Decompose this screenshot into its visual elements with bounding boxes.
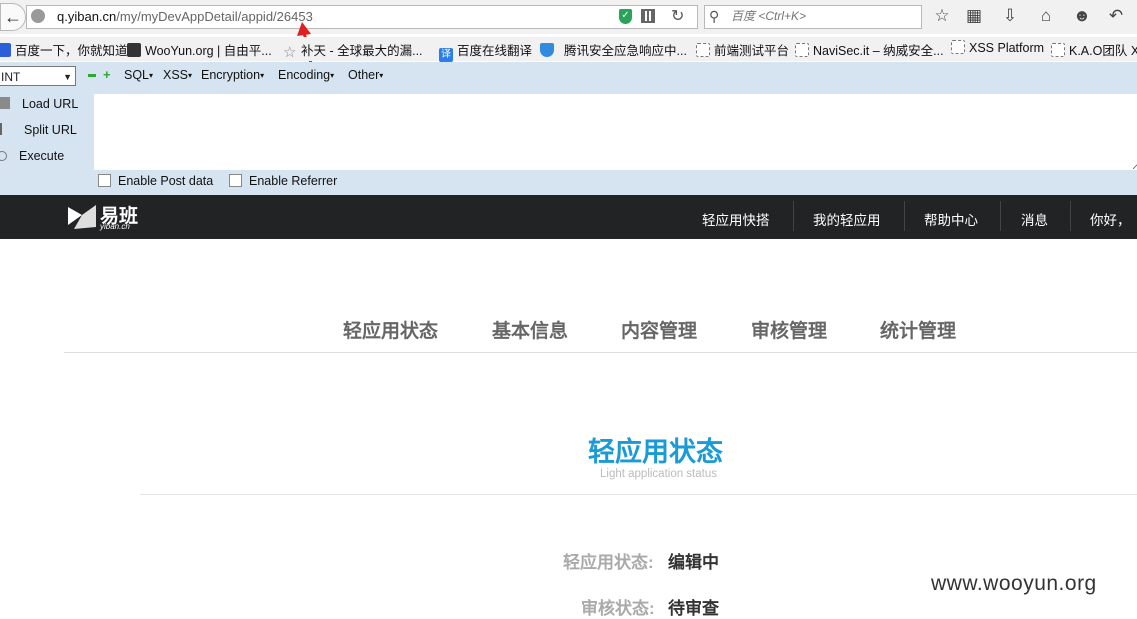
bookmark-baidu[interactable]: 百度一下，你就知道 — [0, 40, 128, 59]
reload-icon[interactable]: ↻ — [671, 6, 684, 26]
page-icon — [696, 43, 710, 57]
url-bar[interactable]: q.yiban.cn/my/myDevAppDetail/appid/26453… — [26, 5, 698, 29]
shield-icon[interactable]: ✓ — [619, 9, 632, 24]
tab-review-management[interactable]: 审核管理 — [751, 316, 827, 343]
nav-help-center[interactable]: 帮助中心 — [924, 209, 978, 229]
hackbar-type-select[interactable]: INT ▼ — [0, 66, 76, 86]
search-input[interactable] — [729, 8, 919, 24]
download-icon[interactable]: ⇩ — [998, 4, 1022, 28]
review-status-label: 审核状态: — [581, 599, 655, 618]
nav-divider — [904, 201, 905, 231]
nav-divider — [1070, 201, 1071, 231]
menu-xss[interactable]: XSS▾ — [163, 68, 192, 82]
yiban-logo-icon[interactable] — [68, 203, 96, 229]
dropdown-arrow-icon: ▼ — [63, 72, 72, 82]
logo-subtext: yiban.cn — [100, 222, 130, 231]
section-divider — [140, 494, 1137, 495]
nav-divider — [793, 201, 794, 231]
tabs-divider — [64, 352, 1137, 353]
bookmark-frontend-test[interactable]: 前端测试平台 — [696, 40, 789, 59]
nav-messages[interactable]: 消息 — [1021, 209, 1048, 229]
bookmarks-toolbar: 百度一下，你就知道 WooYun.org | 自由平... ☆ 补天 - 全球最大… — [0, 37, 1137, 62]
section-subtitle: Light application status — [600, 468, 717, 480]
page-icon — [795, 43, 809, 57]
menu-encryption[interactable]: Encryption▾ — [201, 68, 264, 82]
browser-navbar: ← q.yiban.cn/my/myDevAppDetail/appid/264… — [0, 0, 1137, 34]
search-icon: ⚲ — [709, 8, 720, 24]
watermark-text: www.wooyun.org — [931, 572, 1097, 595]
back-button[interactable]: ← — [0, 3, 26, 31]
menu-sql[interactable]: SQL▾ — [124, 68, 153, 82]
execute-button[interactable]: Execute — [0, 149, 64, 163]
home-icon[interactable]: ⌂ — [1034, 4, 1058, 28]
bookmark-xss-platform[interactable]: XSS Platform — [951, 40, 1044, 55]
execute-icon — [0, 151, 7, 161]
search-bar[interactable]: ⚲ — [704, 5, 922, 29]
chat-icon[interactable]: ☻ — [1070, 4, 1094, 28]
bookmark-kao[interactable]: K.A.O团队 X — [1051, 40, 1137, 59]
load-icon — [0, 97, 10, 109]
tab-statistics[interactable]: 统计管理 — [880, 316, 956, 343]
checkbox-icon — [98, 174, 111, 187]
split-icon — [0, 123, 12, 135]
tab-app-status[interactable]: 轻应用状态 — [343, 316, 438, 343]
review-status-value: 待审查 — [668, 599, 719, 618]
wooyun-icon — [127, 43, 141, 57]
menu-other[interactable]: Other▾ — [348, 68, 383, 82]
shield-icon — [540, 43, 554, 57]
star-icon[interactable]: ☆ — [930, 4, 954, 28]
undo-icon[interactable]: ↶ — [1104, 4, 1128, 28]
tab-basic-info[interactable]: 基本信息 — [492, 316, 568, 343]
hackbar-url-textarea[interactable] — [94, 94, 1137, 170]
qrcode-icon[interactable] — [641, 9, 655, 23]
hackbar-panel: INT ▼ + SQL▾ XSS▾ Encryption▾ Encoding▾ O… — [0, 62, 1137, 195]
bookmark-tsrc[interactable]: 腾讯安全应急响应中... — [540, 40, 687, 59]
globe-icon — [31, 9, 45, 23]
checkbox-icon — [229, 174, 242, 187]
bookmark-wooyun[interactable]: WooYun.org | 自由平... — [127, 40, 272, 59]
reading-list-icon[interactable]: ▦ — [962, 4, 986, 28]
page-icon — [1051, 43, 1065, 57]
nav-user-greeting[interactable]: 你好， — [1090, 209, 1131, 229]
split-url-button[interactable]: Split URL — [0, 123, 77, 137]
menu-encoding[interactable]: Encoding▾ — [278, 68, 334, 82]
load-url-button[interactable]: Load URL — [0, 97, 78, 111]
star-icon: ☆ — [283, 44, 297, 61]
bookmark-butian[interactable]: ☆ 补天 - 全球最大的漏... — [283, 40, 423, 60]
bookmark-navisec[interactable]: NaviSec.it – 纳威安全... — [795, 40, 944, 59]
paw-icon — [0, 43, 11, 57]
plus-icon[interactable]: + — [103, 67, 111, 82]
page-icon — [951, 40, 965, 54]
bookmark-fanyi[interactable]: 译百度在线翻译 — [439, 40, 532, 62]
tab-content-management[interactable]: 内容管理 — [621, 316, 697, 343]
url-text[interactable]: q.yiban.cn/my/myDevAppDetail/appid/26453 — [57, 9, 313, 24]
nav-quick-build[interactable]: 轻应用快搭 — [702, 209, 770, 229]
section-title: 轻应用状态 — [588, 437, 723, 467]
site-header: 易班 yiban.cn 轻应用快搭 我的轻应用 帮助中心 消息 你好， — [0, 195, 1137, 239]
app-status-label: 轻应用状态: — [563, 553, 654, 572]
app-status-value: 编辑中 — [668, 553, 719, 572]
nav-my-apps[interactable]: 我的轻应用 — [813, 209, 881, 229]
enable-post-checkbox[interactable]: Enable Post data — [98, 174, 213, 188]
minus-icon[interactable] — [88, 74, 96, 77]
nav-divider — [1000, 201, 1001, 231]
translate-icon: 译 — [439, 48, 453, 62]
enable-referrer-checkbox[interactable]: Enable Referrer — [229, 174, 337, 188]
